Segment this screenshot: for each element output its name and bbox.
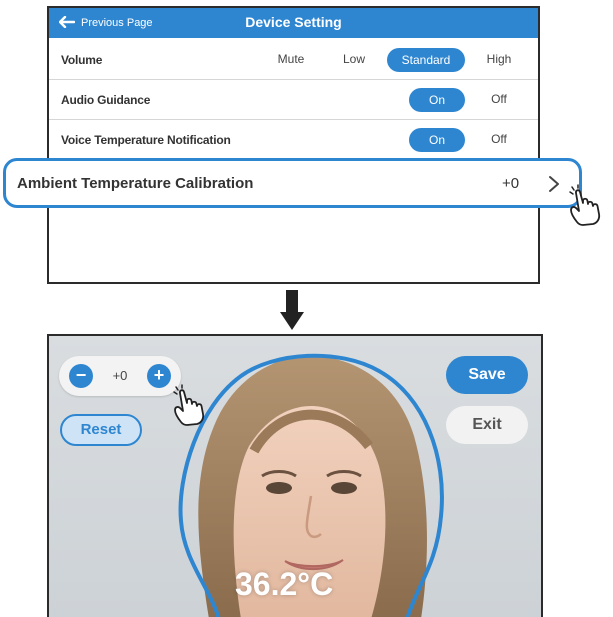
exit-button[interactable]: Exit — [446, 406, 528, 444]
volume-label: Volume — [61, 53, 103, 67]
device-setting-screen: Previous Page Device Setting Volume Mute… — [47, 6, 540, 284]
ambient-temp-calibration-item[interactable]: Ambient Temperature Calibration +0 — [3, 158, 582, 208]
voice-temp-row: Voice Temperature Notification On Off — [49, 120, 538, 160]
down-arrow-icon — [280, 290, 304, 335]
hand-pointer-icon — [171, 384, 215, 433]
voice-temp-on[interactable]: On — [409, 128, 465, 152]
hand-pointer-icon — [567, 184, 611, 233]
save-button[interactable]: Save — [446, 356, 528, 394]
chevron-right-icon — [547, 174, 561, 199]
calibration-value: +0 — [502, 175, 520, 192]
increase-button[interactable]: + — [147, 364, 171, 388]
calibration-camera-screen: − +0 + Reset Save Exit 36.2°C — [47, 334, 543, 617]
volume-row: Volume Mute Low Standard High — [49, 40, 538, 80]
calibration-label: Ambient Temperature Calibration — [17, 175, 254, 192]
temperature-reading: 36.2°C — [235, 566, 334, 602]
voice-temp-off[interactable]: Off — [481, 132, 517, 146]
audio-guidance-row: Audio Guidance On Off — [49, 80, 538, 120]
audio-guidance-label: Audio Guidance — [61, 93, 151, 107]
audio-guidance-off[interactable]: Off — [481, 92, 517, 106]
calibration-stepper: − +0 + — [59, 356, 181, 396]
volume-option-mute[interactable]: Mute — [271, 52, 311, 66]
voice-temp-label: Voice Temperature Notification — [61, 133, 231, 147]
page-title: Device Setting — [245, 14, 342, 30]
volume-option-low[interactable]: Low — [334, 52, 374, 66]
reset-button[interactable]: Reset — [60, 414, 142, 446]
volume-option-high[interactable]: High — [477, 52, 521, 66]
header-bar: Previous Page Device Setting — [49, 8, 538, 38]
audio-guidance-on[interactable]: On — [409, 88, 465, 112]
volume-option-standard[interactable]: Standard — [387, 48, 465, 72]
